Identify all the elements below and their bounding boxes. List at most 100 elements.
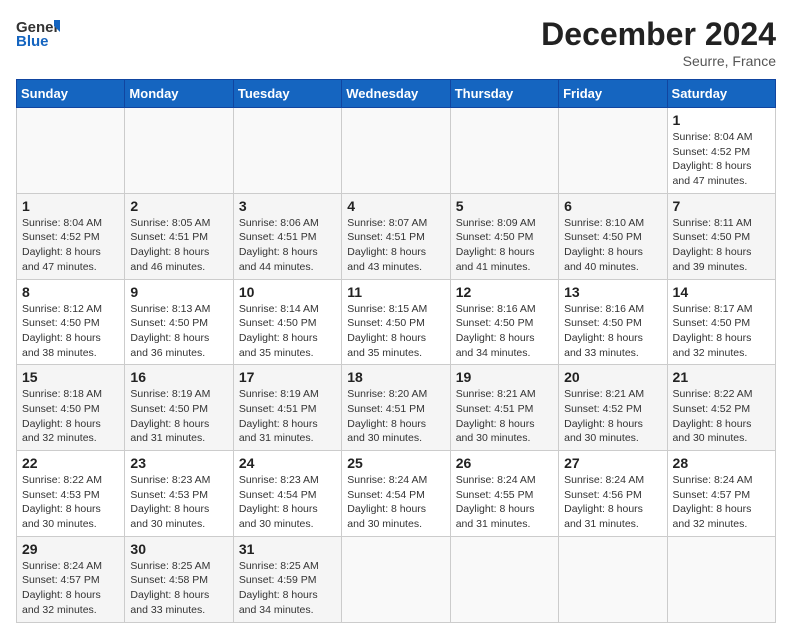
day-info: Sunrise: 8:23 AMSunset: 4:54 PMDaylight:… <box>239 473 336 532</box>
day-info: Sunrise: 8:09 AMSunset: 4:50 PMDaylight:… <box>456 216 553 275</box>
day-header-sunday: Sunday <box>17 80 125 108</box>
calendar-day-3: 3 Sunrise: 8:06 AMSunset: 4:51 PMDaylight… <box>233 193 341 279</box>
day-header-wednesday: Wednesday <box>342 80 450 108</box>
calendar-day-6: 6Sunrise: 8:10 AMSunset: 4:50 PMDaylight… <box>559 193 667 279</box>
location: Seurre, France <box>541 53 776 69</box>
day-info: Sunrise: 8:12 AMSunset: 4:50 PMDaylight:… <box>22 302 119 361</box>
calendar-day-28: 28Sunrise: 8:24 AMSunset: 4:57 PMDayligh… <box>667 451 775 537</box>
day-number: 10 <box>239 284 336 300</box>
calendar-week-row: 15 Sunrise: 8:18 AMSunset: 4:50 PMDayligh… <box>17 365 776 451</box>
day-number: 28 <box>673 455 770 471</box>
calendar-day-31: 31 Sunrise: 8:25 AMSunset: 4:59 PMDayligh… <box>233 536 341 622</box>
day-info: Sunrise: 8:11 AMSunset: 4:50 PMDaylight:… <box>673 216 770 275</box>
calendar-day-19: 19Sunrise: 8:21 AMSunset: 4:51 PMDayligh… <box>450 365 558 451</box>
empty-cell <box>342 108 450 194</box>
logo: General Blue <box>16 16 60 57</box>
day-number: 22 <box>22 455 119 471</box>
day-number: 31 <box>239 541 336 557</box>
day-info: Sunrise: 8:06 AMSunset: 4:51 PMDaylight:… <box>239 216 336 275</box>
calendar-day-9: 9 Sunrise: 8:13 AMSunset: 4:50 PMDaylight… <box>125 279 233 365</box>
calendar-day-16: 16Sunrise: 8:19 AMSunset: 4:50 PMDayligh… <box>125 365 233 451</box>
calendar-day-25: 25 Sunrise: 8:24 AMSunset: 4:54 PMDayligh… <box>342 451 450 537</box>
day-number: 6 <box>564 198 661 214</box>
day-info: Sunrise: 8:20 AMSunset: 4:51 PMDaylight:… <box>347 387 444 446</box>
calendar-day-17: 17Sunrise: 8:19 AMSunset: 4:51 PMDayligh… <box>233 365 341 451</box>
empty-cell <box>17 108 125 194</box>
month-title: December 2024 <box>541 16 776 53</box>
day-info: Sunrise: 8:05 AMSunset: 4:51 PMDaylight:… <box>130 216 227 275</box>
day-number: 1 <box>22 198 119 214</box>
calendar-day-29: 29 Sunrise: 8:24 AMSunset: 4:57 PMDayligh… <box>17 536 125 622</box>
day-number: 19 <box>456 369 553 385</box>
day-info: Sunrise: 8:24 AMSunset: 4:56 PMDaylight:… <box>564 473 661 532</box>
calendar-day-11: 11Sunrise: 8:15 AMSunset: 4:50 PMDayligh… <box>342 279 450 365</box>
day-number: 5 <box>456 198 553 214</box>
day-info: Sunrise: 8:14 AMSunset: 4:50 PMDaylight:… <box>239 302 336 361</box>
day-info: Sunrise: 8:24 AMSunset: 4:57 PMDaylight:… <box>22 559 119 618</box>
calendar-week-row: 1 Sunrise: 8:04 AMSunset: 4:52 PMDaylight… <box>17 193 776 279</box>
calendar-week-row: 8 Sunrise: 8:12 AMSunset: 4:50 PMDaylight… <box>17 279 776 365</box>
calendar-day-8: 8 Sunrise: 8:12 AMSunset: 4:50 PMDaylight… <box>17 279 125 365</box>
day-number: 14 <box>673 284 770 300</box>
calendar-week-row: 29 Sunrise: 8:24 AMSunset: 4:57 PMDayligh… <box>17 536 776 622</box>
calendar-day-20: 20Sunrise: 8:21 AMSunset: 4:52 PMDayligh… <box>559 365 667 451</box>
empty-cell <box>559 536 667 622</box>
day-number: 20 <box>564 369 661 385</box>
svg-text:Blue: Blue <box>16 33 49 50</box>
day-info: Sunrise: 8:23 AMSunset: 4:53 PMDaylight:… <box>130 473 227 532</box>
calendar-day-12: 12Sunrise: 8:16 AMSunset: 4:50 PMDayligh… <box>450 279 558 365</box>
day-number: 1 <box>673 112 770 128</box>
day-number: 9 <box>130 284 227 300</box>
calendar-week-row: 22 Sunrise: 8:22 AMSunset: 4:53 PMDayligh… <box>17 451 776 537</box>
empty-cell <box>559 108 667 194</box>
day-info: Sunrise: 8:16 AMSunset: 4:50 PMDaylight:… <box>456 302 553 361</box>
day-number: 23 <box>130 455 227 471</box>
day-info: Sunrise: 8:22 AMSunset: 4:53 PMDaylight:… <box>22 473 119 532</box>
day-info: Sunrise: 8:04 AMSunset: 4:52 PMDaylight:… <box>673 130 770 189</box>
day-info: Sunrise: 8:25 AMSunset: 4:59 PMDaylight:… <box>239 559 336 618</box>
day-number: 29 <box>22 541 119 557</box>
day-header-saturday: Saturday <box>667 80 775 108</box>
empty-cell <box>450 108 558 194</box>
calendar-day-30: 30Sunrise: 8:25 AMSunset: 4:58 PMDayligh… <box>125 536 233 622</box>
day-number: 15 <box>22 369 119 385</box>
day-number: 13 <box>564 284 661 300</box>
calendar-day-2: 2 Sunrise: 8:05 AMSunset: 4:51 PMDaylight… <box>125 193 233 279</box>
calendar-day-23: 23 Sunrise: 8:23 AMSunset: 4:53 PMDayligh… <box>125 451 233 537</box>
calendar-week-row: 1 Sunrise: 8:04 AMSunset: 4:52 PMDaylight… <box>17 108 776 194</box>
day-number: 16 <box>130 369 227 385</box>
day-number: 8 <box>22 284 119 300</box>
title-section: December 2024 Seurre, France <box>541 16 776 69</box>
day-number: 24 <box>239 455 336 471</box>
day-header-monday: Monday <box>125 80 233 108</box>
empty-cell <box>125 108 233 194</box>
day-number: 3 <box>239 198 336 214</box>
calendar-day-7: 7Sunrise: 8:11 AMSunset: 4:50 PMDaylight… <box>667 193 775 279</box>
day-number: 4 <box>347 198 444 214</box>
empty-cell <box>667 536 775 622</box>
calendar-day-13: 13Sunrise: 8:16 AMSunset: 4:50 PMDayligh… <box>559 279 667 365</box>
day-number: 30 <box>130 541 227 557</box>
calendar-day-4: 4 Sunrise: 8:07 AMSunset: 4:51 PMDaylight… <box>342 193 450 279</box>
day-info: Sunrise: 8:22 AMSunset: 4:52 PMDaylight:… <box>673 387 770 446</box>
day-header-tuesday: Tuesday <box>233 80 341 108</box>
calendar-day-27: 27Sunrise: 8:24 AMSunset: 4:56 PMDayligh… <box>559 451 667 537</box>
calendar-day-1: 1 Sunrise: 8:04 AMSunset: 4:52 PMDaylight… <box>17 193 125 279</box>
day-info: Sunrise: 8:07 AMSunset: 4:51 PMDaylight:… <box>347 216 444 275</box>
calendar-day-24: 24 Sunrise: 8:23 AMSunset: 4:54 PMDayligh… <box>233 451 341 537</box>
page-header: General Blue December 2024 Seurre, Franc… <box>16 16 776 69</box>
day-info: Sunrise: 8:24 AMSunset: 4:54 PMDaylight:… <box>347 473 444 532</box>
logo-icon: General Blue <box>16 16 60 57</box>
day-number: 2 <box>130 198 227 214</box>
day-number: 17 <box>239 369 336 385</box>
day-info: Sunrise: 8:13 AMSunset: 4:50 PMDaylight:… <box>130 302 227 361</box>
empty-cell <box>342 536 450 622</box>
day-number: 25 <box>347 455 444 471</box>
day-number: 21 <box>673 369 770 385</box>
day-number: 18 <box>347 369 444 385</box>
day-info: Sunrise: 8:17 AMSunset: 4:50 PMDaylight:… <box>673 302 770 361</box>
day-info: Sunrise: 8:18 AMSunset: 4:50 PMDaylight:… <box>22 387 119 446</box>
day-header-friday: Friday <box>559 80 667 108</box>
day-info: Sunrise: 8:04 AMSunset: 4:52 PMDaylight:… <box>22 216 119 275</box>
calendar-day-1: 1 Sunrise: 8:04 AMSunset: 4:52 PMDaylight… <box>667 108 775 194</box>
